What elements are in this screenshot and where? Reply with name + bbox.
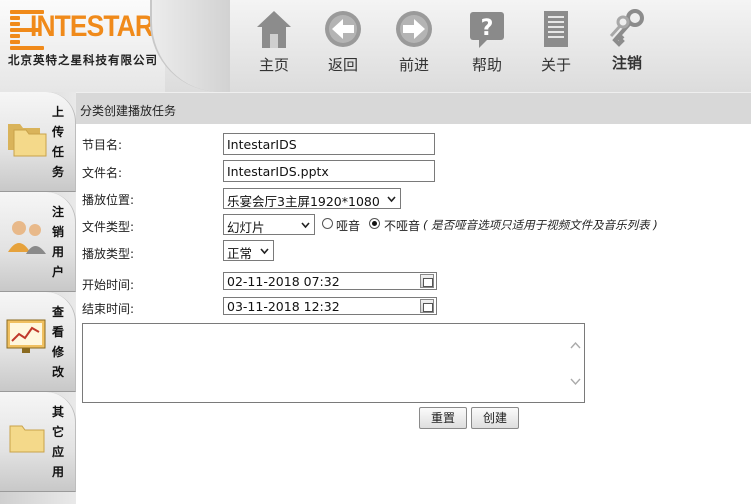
location-label: 播放位置: [82,193,135,207]
company-name: 北京英特之星科技有限公司 [8,53,158,67]
chevron-down-icon [387,196,396,203]
file-type-label: 文件类型: [82,220,135,234]
sidebar-item-label: 注销用户 [52,205,65,279]
back-arrow-icon [325,11,361,47]
header: INTESTAR 北京英特之星科技有限公司 主页 返回 前进 ? 帮助 关于 注… [0,0,751,92]
home-icon [257,11,291,48]
sidebar-item-logout-user[interactable]: 注销用户 [0,192,76,292]
mute-radio[interactable] [322,218,333,229]
svg-text:?: ? [481,16,494,41]
program-name-input[interactable]: IntestarIDS [223,133,435,155]
logo-text: INTESTAR [30,10,154,43]
monitor-chart-icon [6,319,46,353]
keys-icon [609,9,644,47]
users-icon [8,221,46,254]
textarea-scrollbar[interactable] [567,324,584,402]
nav-forward-button[interactable]: 前进 [384,8,444,78]
sidebar-item-label: 其它应用 [52,405,65,479]
play-type-label: 播放类型: [82,247,135,261]
chevron-down-icon [301,222,310,229]
reset-button[interactable]: 重置 [419,407,467,429]
calendar-icon[interactable] [420,299,434,313]
nav-logout-label: 注销 [611,54,642,72]
end-time-value: 03-11-2018 12:32 [227,299,340,314]
file-type-select-value: 幻灯片 [227,220,265,235]
sidebar-item-other-apps[interactable]: 其它应用 [0,392,76,492]
mute-radio-label: 哑音 [336,219,361,233]
chevron-down-icon [260,248,269,255]
sidebar-item-view-edit[interactable]: 查看修改 [0,292,76,392]
nav-help-button[interactable]: ? 帮助 [457,8,517,78]
location-select-value: 乐宴会厅3主屏1920*1080 [227,194,380,209]
scroll-down-icon[interactable] [570,376,581,387]
start-time-value: 02-11-2018 07:32 [227,274,340,289]
file-type-select[interactable]: 幻灯片 [223,214,315,235]
play-type-select-value: 正常 [227,246,253,261]
unmute-radio-label: 不哑音 [384,219,421,233]
unmute-radio[interactable] [369,218,380,229]
play-type-select[interactable]: 正常 [223,240,274,261]
logo: INTESTAR 北京英特之星科技有限公司 [0,0,165,92]
breadcrumb: 分类创建播放任务 [80,104,177,118]
program-name-label: 节目名: [82,138,123,152]
sidebar-item-label: 上传任务 [52,105,65,179]
nav-back-button[interactable]: 返回 [313,8,373,78]
folders-icon [8,124,47,157]
sidebar-item-upload-task[interactable]: 上传任务 [0,92,76,192]
nav-back-label: 返回 [327,56,358,74]
nav-home-label: 主页 [258,56,289,74]
description-textarea[interactable] [82,323,585,403]
file-name-label: 文件名: [82,166,123,180]
help-icon: ? [470,12,504,48]
nav-home-button[interactable]: 主页 [244,8,304,78]
nav-forward-label: 前进 [398,56,429,74]
location-select[interactable]: 乐宴会厅3主屏1920*1080 [223,188,401,209]
nav-about-button[interactable]: 关于 [526,8,586,78]
file-name-input[interactable]: IntestarIDS.pptx [223,160,435,182]
scroll-up-icon[interactable] [570,340,581,351]
start-time-label: 开始时间: [82,278,135,292]
folder-icon [9,425,45,453]
nav-logout-button[interactable]: 注销 [597,8,657,78]
app-window: INTESTAR 北京英特之星科技有限公司 主页 返回 前进 ? 帮助 关于 注… [0,0,751,504]
end-time-label: 结束时间: [82,302,135,316]
start-time-input[interactable]: 02-11-2018 07:32 [223,272,437,290]
sidebar: 上传任务 注销用户 查看修改 其它应用 [0,92,76,504]
create-button[interactable]: 创建 [471,407,519,429]
nav-about-label: 关于 [540,56,571,74]
sidebar-item-label: 查看修改 [52,305,65,379]
nav-help-label: 帮助 [471,56,502,74]
end-time-input[interactable]: 03-11-2018 12:32 [223,297,437,315]
mute-note: ( 是否哑音选项只适用于视频文件及音乐列表 ) [423,218,658,232]
document-icon [544,11,568,47]
calendar-icon[interactable] [420,274,434,288]
breadcrumb-bar: 分类创建播放任务 [76,92,751,124]
forward-arrow-icon [396,11,432,47]
